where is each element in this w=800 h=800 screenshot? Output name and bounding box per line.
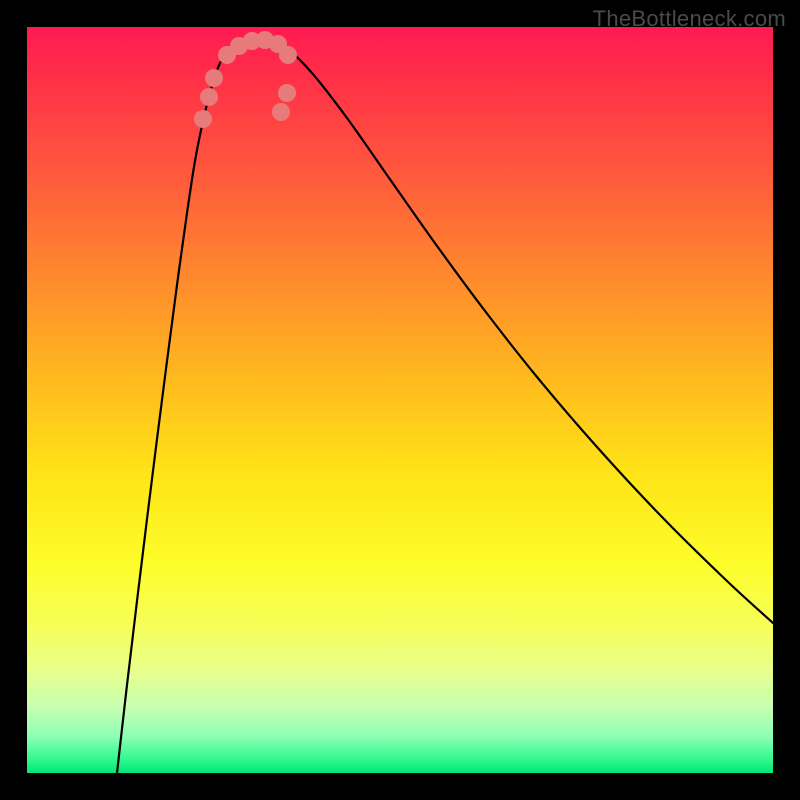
valley-marker-dot — [205, 69, 223, 87]
valley-marker-dot — [194, 110, 212, 128]
bottleneck-curve — [117, 37, 773, 773]
watermark-text: TheBottleneck.com — [593, 6, 786, 32]
curve-layer — [27, 27, 773, 773]
valley-markers — [194, 31, 297, 128]
bottleneck-curve-path — [117, 37, 773, 773]
plot-area — [27, 27, 773, 773]
valley-marker-dot — [278, 84, 296, 102]
chart-frame: TheBottleneck.com — [0, 0, 800, 800]
valley-marker-dot — [272, 103, 290, 121]
valley-marker-dot — [279, 46, 297, 64]
valley-marker-dot — [200, 88, 218, 106]
